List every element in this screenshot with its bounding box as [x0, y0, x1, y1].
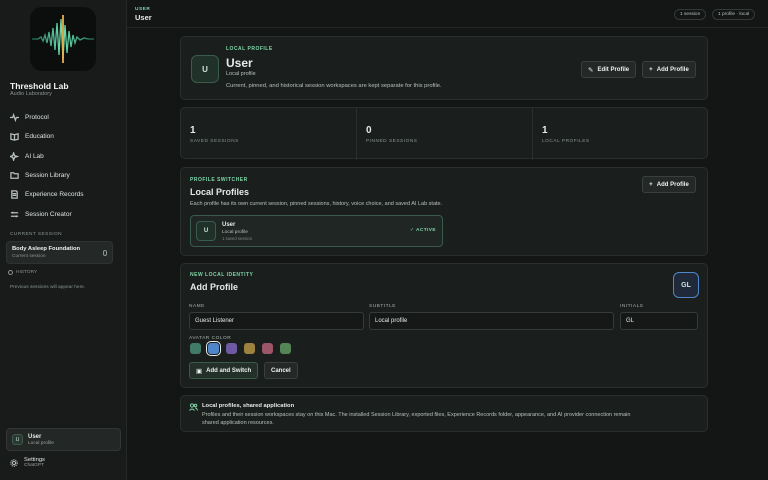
sidebar-item-session-library[interactable]: Session Library	[6, 166, 120, 185]
users-icon	[189, 403, 198, 413]
info-panel: Local profiles, shared application Profi…	[180, 395, 708, 432]
profile-switcher-panel: PROFILE SWITCHER Local Profiles Each pro…	[180, 167, 708, 256]
pulse-icon	[10, 113, 19, 123]
stat-label: LOCAL PROFILES	[542, 139, 590, 144]
sidebar-nav: Protocol Education AI Lab Session Librar…	[6, 108, 120, 224]
status-badge: ✓ ACTIVE	[410, 228, 436, 233]
app-title: Threshold Lab	[10, 81, 69, 91]
profile-description: Current, pinned, and historical session …	[226, 83, 442, 89]
top-bar: USER User 1 session 1 profile · local	[127, 0, 768, 28]
profile-card-meta: 1 saved session	[222, 236, 253, 241]
sidebar-item-label: Experience Records	[25, 191, 84, 199]
stat-value: 0	[366, 125, 372, 136]
sparkle-icon	[10, 151, 19, 161]
save-icon: ▣	[196, 367, 203, 375]
stat-label: PINNED SESSIONS	[366, 139, 418, 144]
current-session-card[interactable]: Body Asleep Foundation Current session	[6, 241, 113, 264]
profile-count-badge: 1 profile · local	[712, 9, 756, 20]
gear-icon	[10, 458, 18, 467]
add-profile-button[interactable]: + Add Profile	[642, 61, 696, 78]
profile-card-user[interactable]: U User Local profile 1 saved session ✓ A…	[190, 215, 443, 247]
stat-pinned-sessions: 0 PINNED SESSIONS	[357, 108, 533, 160]
sidebar-item-experience-records[interactable]: Experience Records	[6, 185, 120, 204]
profile-card-kind: Local profile	[222, 230, 248, 235]
sidebar-user-card[interactable]: U User Local profile	[6, 428, 121, 451]
sidebar-item-label: Session Library	[25, 172, 70, 180]
stat-label: SAVED SESSIONS	[190, 139, 239, 144]
document-icon	[11, 190, 18, 200]
user-name: User	[28, 433, 42, 440]
color-swatch[interactable]	[280, 343, 291, 354]
avatar: U	[12, 434, 23, 445]
plus-icon: +	[649, 66, 653, 73]
new-profile-title: Add Profile	[190, 282, 239, 292]
microphone-icon	[103, 250, 107, 256]
history-label: HISTORY	[16, 270, 38, 275]
profile-card-name: User	[222, 222, 236, 228]
cancel-button[interactable]: Cancel	[264, 362, 298, 379]
current-session-title: Body Asleep Foundation	[12, 246, 81, 252]
name-field[interactable]: Guest Listener	[189, 312, 364, 330]
avatar-preview: GL	[673, 272, 699, 298]
sidebar-item-session-creator[interactable]: Session Creator	[6, 204, 120, 223]
app-logo	[30, 7, 96, 71]
pencil-icon: ✎	[588, 66, 594, 74]
page-title: User	[135, 13, 152, 22]
add-profile-button[interactable]: + Add Profile	[642, 176, 696, 193]
stat-value: 1	[190, 125, 196, 136]
color-swatch[interactable]	[206, 341, 221, 356]
color-swatch[interactable]	[262, 343, 273, 354]
subtitle-label: SUBTITLE	[369, 304, 396, 309]
current-session-subtitle: Current session	[12, 254, 46, 259]
settings-subtitle: ChatGPT	[24, 463, 44, 468]
stat-value: 1	[542, 125, 548, 136]
history-empty-text: Previous sessions will appear here.	[10, 285, 86, 290]
initials-field[interactable]: GL	[620, 312, 698, 330]
avatar-color-label: AVATAR COLOR	[189, 336, 232, 341]
color-swatch[interactable]	[244, 343, 255, 354]
sidebar-item-label: AI Lab	[25, 152, 44, 160]
stat-saved-sessions: 1 SAVED SESSIONS	[181, 108, 357, 160]
sidebar-item-protocol[interactable]: Protocol	[6, 108, 120, 127]
stats-panel: 1 SAVED SESSIONS 0 PINNED SESSIONS 1 LOC…	[180, 107, 709, 160]
sidebar-item-label: Education	[25, 133, 54, 141]
info-title: Local profiles, shared application	[202, 403, 295, 409]
book-icon	[10, 133, 19, 142]
sidebar-item-label: Protocol	[25, 114, 49, 122]
profile-kind: Local profile	[226, 71, 256, 77]
stat-local-profiles: 1 LOCAL PROFILES	[533, 108, 709, 160]
sidebar: Threshold Lab Audio Laboratory Protocol …	[0, 0, 127, 480]
history-header: HISTORY	[8, 270, 37, 275]
switcher-title: Local Profiles	[190, 187, 250, 197]
clock-icon	[8, 270, 13, 275]
profile-eyebrow: LOCAL PROFILE	[226, 46, 273, 52]
profile-header-panel: LOCAL PROFILE U User Local profile Curre…	[180, 36, 708, 100]
switcher-eyebrow: PROFILE SWITCHER	[190, 177, 248, 183]
name-label: NAME	[189, 304, 205, 309]
info-text: Profiles and their session workspaces st…	[202, 412, 631, 426]
color-swatch[interactable]	[190, 343, 201, 354]
new-profile-eyebrow: NEW LOCAL IDENTITY	[190, 272, 254, 278]
sidebar-item-education[interactable]: Education	[6, 127, 120, 146]
user-subtitle: Local profile	[28, 440, 54, 446]
plus-icon: +	[649, 181, 653, 188]
current-session-label: CURRENT SESSION	[10, 232, 63, 237]
sidebar-item-ai-lab[interactable]: AI Lab	[6, 147, 120, 166]
app-subtitle: Audio Laboratory	[10, 91, 52, 97]
folder-icon	[10, 172, 19, 179]
initials-label: INITIALS	[620, 304, 644, 309]
avatar: U	[196, 221, 216, 241]
subtitle-field[interactable]: Local profile	[369, 312, 614, 330]
avatar: U	[191, 55, 219, 83]
sidebar-item-label: Session Creator	[25, 210, 72, 218]
sliders-icon	[10, 211, 19, 217]
sessions-count-badge: 1 session	[674, 9, 707, 20]
edit-profile-button[interactable]: ✎ Edit Profile	[581, 61, 637, 78]
top-eyebrow: USER	[135, 7, 151, 12]
color-swatch[interactable]	[226, 343, 237, 354]
add-and-switch-button[interactable]: ▣ Add and Switch	[189, 362, 259, 379]
settings-button[interactable]: Settings ChatGPT	[10, 457, 45, 468]
profile-name: User	[226, 56, 253, 70]
switcher-description: Each profile has its own current session…	[190, 201, 443, 207]
